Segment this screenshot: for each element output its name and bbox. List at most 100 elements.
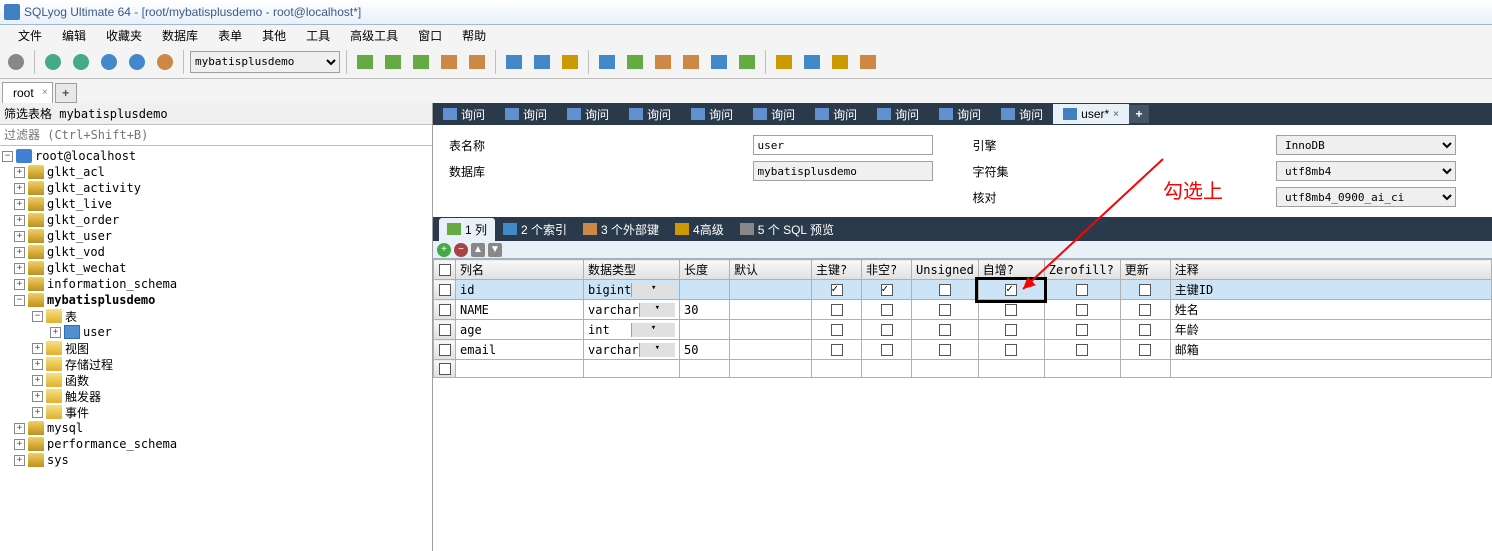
- menu-file[interactable]: 文件: [10, 25, 50, 46]
- cell-pk[interactable]: [812, 340, 862, 360]
- grid-row[interactable]: id bigint▾ 主键ID: [434, 280, 1492, 300]
- tb-icon-18[interactable]: [707, 50, 731, 74]
- triggers-folder[interactable]: 触发器: [65, 388, 101, 405]
- tree-toggle[interactable]: +: [14, 231, 25, 242]
- col-nn-header[interactable]: 非空?: [862, 260, 912, 280]
- cell-ai[interactable]: [978, 280, 1044, 300]
- tb-icon-7[interactable]: [381, 50, 405, 74]
- cell-pk[interactable]: [812, 300, 862, 320]
- cell-default[interactable]: [730, 320, 812, 340]
- collation-select[interactable]: utf8mb4_0900_ai_ci: [1276, 187, 1456, 207]
- db-node[interactable]: performance_schema: [47, 437, 177, 451]
- query-tab[interactable]: 询问: [929, 103, 991, 126]
- table-name-input[interactable]: [753, 135, 933, 155]
- close-icon[interactable]: ×: [42, 87, 48, 98]
- cell-zf[interactable]: [1044, 320, 1120, 340]
- tree-toggle[interactable]: +: [14, 263, 25, 274]
- tb-icon-23[interactable]: [856, 50, 880, 74]
- tree-toggle[interactable]: −: [2, 151, 13, 162]
- tb-icon-10[interactable]: [465, 50, 489, 74]
- tb-icon-8[interactable]: [409, 50, 433, 74]
- query-tab[interactable]: 询问: [557, 103, 619, 126]
- tb-icon-2[interactable]: [69, 50, 93, 74]
- columns-grid[interactable]: 列名 数据类型 长度 默认 主键? 非空? Unsigned 自增? Zerof…: [433, 259, 1492, 378]
- tb-icon-9[interactable]: [437, 50, 461, 74]
- tree-toggle[interactable]: +: [14, 215, 25, 226]
- cell-name[interactable]: id: [456, 280, 584, 300]
- cell-comment[interactable]: 主键ID: [1170, 280, 1491, 300]
- tb-icon-17[interactable]: [679, 50, 703, 74]
- tree-toggle[interactable]: +: [14, 183, 25, 194]
- tb-icon-19[interactable]: [735, 50, 759, 74]
- query-tab[interactable]: 询问: [991, 103, 1053, 126]
- col-len-header[interactable]: 长度: [680, 260, 730, 280]
- menu-window[interactable]: 窗口: [410, 25, 450, 46]
- cell-default[interactable]: [730, 280, 812, 300]
- query-tab[interactable]: 询问: [433, 103, 495, 126]
- col-unsigned-header[interactable]: Unsigned: [912, 260, 979, 280]
- db-node[interactable]: glkt_vod: [47, 245, 105, 259]
- dropdown-icon[interactable]: ▾: [639, 343, 675, 357]
- tree-toggle[interactable]: +: [32, 407, 43, 418]
- cell-name[interactable]: email: [456, 340, 584, 360]
- query-tab[interactable]: 询问: [867, 103, 929, 126]
- tb-icon-13[interactable]: [558, 50, 582, 74]
- tree-toggle[interactable]: +: [32, 375, 43, 386]
- col-ai-header[interactable]: 自增?: [978, 260, 1044, 280]
- object-tree[interactable]: −root@localhost +glkt_acl +glkt_activity…: [0, 146, 432, 551]
- tree-toggle[interactable]: +: [14, 279, 25, 290]
- tab-advanced[interactable]: 4高级: [667, 218, 732, 241]
- cell-nn[interactable]: [862, 340, 912, 360]
- select-all-checkbox[interactable]: [439, 264, 451, 276]
- cell-nn[interactable]: [862, 300, 912, 320]
- menu-table[interactable]: 表单: [210, 25, 250, 46]
- menu-database[interactable]: 数据库: [154, 25, 206, 46]
- db-node[interactable]: glkt_wechat: [47, 261, 126, 275]
- cell-comment[interactable]: 邮箱: [1170, 340, 1491, 360]
- col-name-header[interactable]: 列名: [456, 260, 584, 280]
- row-checkbox[interactable]: [439, 324, 451, 336]
- tb-icon-21[interactable]: [800, 50, 824, 74]
- funcs-folder[interactable]: 函数: [65, 372, 89, 389]
- tb-icon-22[interactable]: [828, 50, 852, 74]
- tb-icon-5[interactable]: [153, 50, 177, 74]
- row-checkbox[interactable]: [439, 284, 451, 296]
- query-tab[interactable]: 询问: [681, 103, 743, 126]
- cell-pk[interactable]: [812, 320, 862, 340]
- row-checkbox[interactable]: [439, 363, 451, 375]
- cell-name[interactable]: age: [456, 320, 584, 340]
- menu-help[interactable]: 帮助: [454, 25, 494, 46]
- tb-icon-16[interactable]: [651, 50, 675, 74]
- cell-zf[interactable]: [1044, 340, 1120, 360]
- cell-len[interactable]: 30: [680, 300, 730, 320]
- query-tab[interactable]: 询问: [743, 103, 805, 126]
- tab-foreignkeys[interactable]: 3 个外部键: [575, 218, 667, 241]
- tb-icon-15[interactable]: [623, 50, 647, 74]
- cell-len[interactable]: [680, 280, 730, 300]
- procs-folder[interactable]: 存储过程: [65, 356, 113, 373]
- cell-upd[interactable]: [1120, 280, 1170, 300]
- cell-upd[interactable]: [1120, 340, 1170, 360]
- db-node[interactable]: sys: [47, 453, 69, 467]
- cell-name[interactable]: NAME: [456, 300, 584, 320]
- db-node[interactable]: glkt_order: [47, 213, 119, 227]
- database-selector[interactable]: mybatisplusdemo: [190, 51, 340, 73]
- menu-tools[interactable]: 工具: [298, 25, 338, 46]
- tree-toggle[interactable]: +: [14, 167, 25, 178]
- dropdown-icon[interactable]: ▾: [631, 323, 675, 337]
- col-upd-header[interactable]: 更新: [1120, 260, 1170, 280]
- connection-tab[interactable]: root ×: [2, 82, 53, 103]
- cell-zf[interactable]: [1044, 300, 1120, 320]
- col-comment-header[interactable]: 注释: [1170, 260, 1491, 280]
- cell-unsigned[interactable]: [912, 320, 979, 340]
- query-tab[interactable]: 询问: [619, 103, 681, 126]
- dropdown-icon[interactable]: ▾: [631, 283, 675, 297]
- add-row-button[interactable]: +: [437, 243, 451, 257]
- tree-toggle[interactable]: −: [14, 295, 25, 306]
- cell-upd[interactable]: [1120, 320, 1170, 340]
- tree-toggle[interactable]: +: [14, 423, 25, 434]
- query-tab[interactable]: 询问: [805, 103, 867, 126]
- db-node[interactable]: glkt_acl: [47, 165, 105, 179]
- db-node[interactable]: mysql: [47, 421, 83, 435]
- tb-icon-3[interactable]: [97, 50, 121, 74]
